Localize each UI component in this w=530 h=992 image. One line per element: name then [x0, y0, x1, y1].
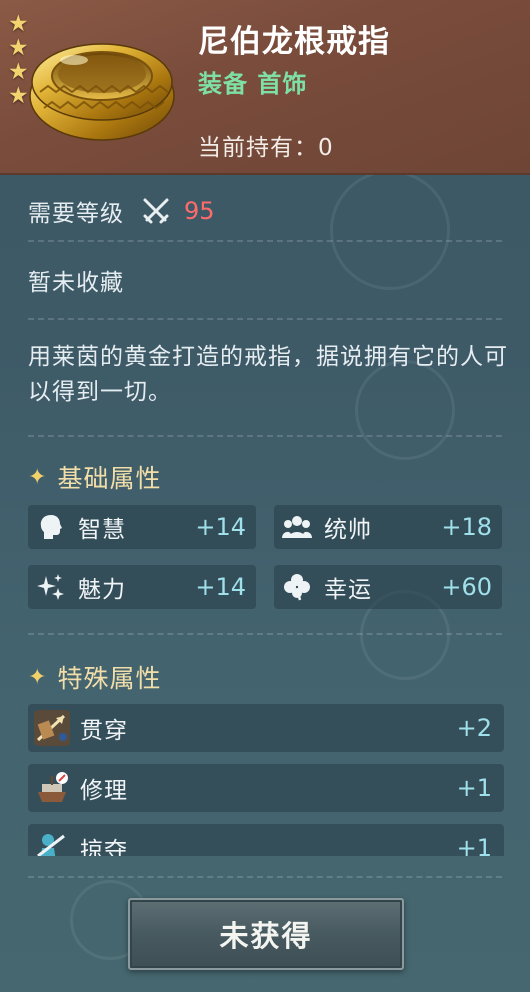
collection-status: 暂未收藏 — [28, 270, 124, 296]
plunder-icon — [37, 834, 65, 856]
basic-attributes-title: ✦ 基础属性 — [28, 459, 161, 495]
stat-name: 修理 — [80, 778, 128, 804]
clover-icon — [282, 572, 312, 602]
special-stat-plunder: 掠夺 +1 — [28, 824, 504, 856]
divider — [28, 876, 502, 878]
divider — [28, 240, 502, 242]
basic-attributes-label: 基础属性 — [57, 464, 162, 493]
special-stat-pierce: 贯穿 +2 — [28, 704, 504, 752]
item-description: 用莱茵的黄金打造的戒指，据说拥有它的人可以得到一切。 — [28, 344, 508, 405]
stat-card-wisdom: 智慧 +14 — [28, 505, 256, 549]
divider — [28, 318, 502, 320]
special-attributes-list[interactable]: 贯穿 +2 修理 +1 掠夺 +1 — [0, 700, 530, 856]
item-title: 尼伯龙根戒指 — [198, 24, 390, 60]
background-decoration — [330, 170, 450, 290]
stat-value: +1 — [456, 834, 492, 856]
hold-count-row: 当前持有：0 — [198, 128, 334, 162]
stat-card-luck: 幸运 +60 — [274, 565, 502, 609]
required-level-label: 需要等级 — [28, 201, 124, 227]
stat-name: 智慧 — [78, 517, 126, 543]
item-category: 装备 首饰 — [198, 70, 308, 98]
required-level-row: 需要等级 95 — [28, 194, 215, 228]
hold-count: 0 — [318, 135, 334, 161]
stat-value: +60 — [441, 573, 492, 601]
stat-name: 幸运 — [324, 577, 372, 603]
stat-value: +14 — [195, 513, 246, 541]
special-attributes-label: 特殊属性 — [57, 664, 162, 693]
required-level-value: 95 — [184, 197, 215, 225]
divider — [28, 435, 502, 437]
repair-ship-icon — [38, 772, 68, 802]
item-detail-panel: ★ ★ ★ ★ 尼伯龙根戒指 装备 首饰 当前持有：0 需要等级 95 暂未收藏… — [0, 0, 530, 992]
group-icon — [282, 512, 312, 542]
stat-name: 魅力 — [78, 577, 126, 603]
item-header: ★ ★ ★ ★ 尼伯龙根戒指 装备 首饰 当前持有：0 — [0, 0, 530, 175]
stat-card-charm: 魅力 +14 — [28, 565, 256, 609]
ring-item-image — [24, 30, 179, 150]
pierce-icon — [34, 710, 70, 746]
stat-value: +1 — [456, 774, 492, 802]
stat-value: +18 — [441, 513, 492, 541]
crossed-swords-icon — [143, 198, 169, 224]
stat-card-command: 统帅 +18 — [274, 505, 502, 549]
stat-value: +14 — [195, 573, 246, 601]
not-obtained-button[interactable]: 未获得 — [128, 898, 404, 970]
stat-name: 掠夺 — [80, 838, 128, 856]
sparkle-icon: ✦ — [28, 664, 48, 690]
hold-label: 当前持有： — [198, 135, 318, 161]
stat-value: +2 — [456, 714, 492, 742]
special-stat-repair: 修理 +1 — [28, 764, 504, 812]
stat-name: 贯穿 — [80, 718, 128, 744]
head-icon — [36, 512, 66, 542]
sparkle-icon — [36, 572, 66, 602]
stat-name: 统帅 — [324, 517, 372, 543]
special-attributes-title: ✦ 特殊属性 — [28, 659, 161, 695]
sparkle-icon: ✦ — [28, 464, 48, 490]
divider — [28, 633, 502, 635]
